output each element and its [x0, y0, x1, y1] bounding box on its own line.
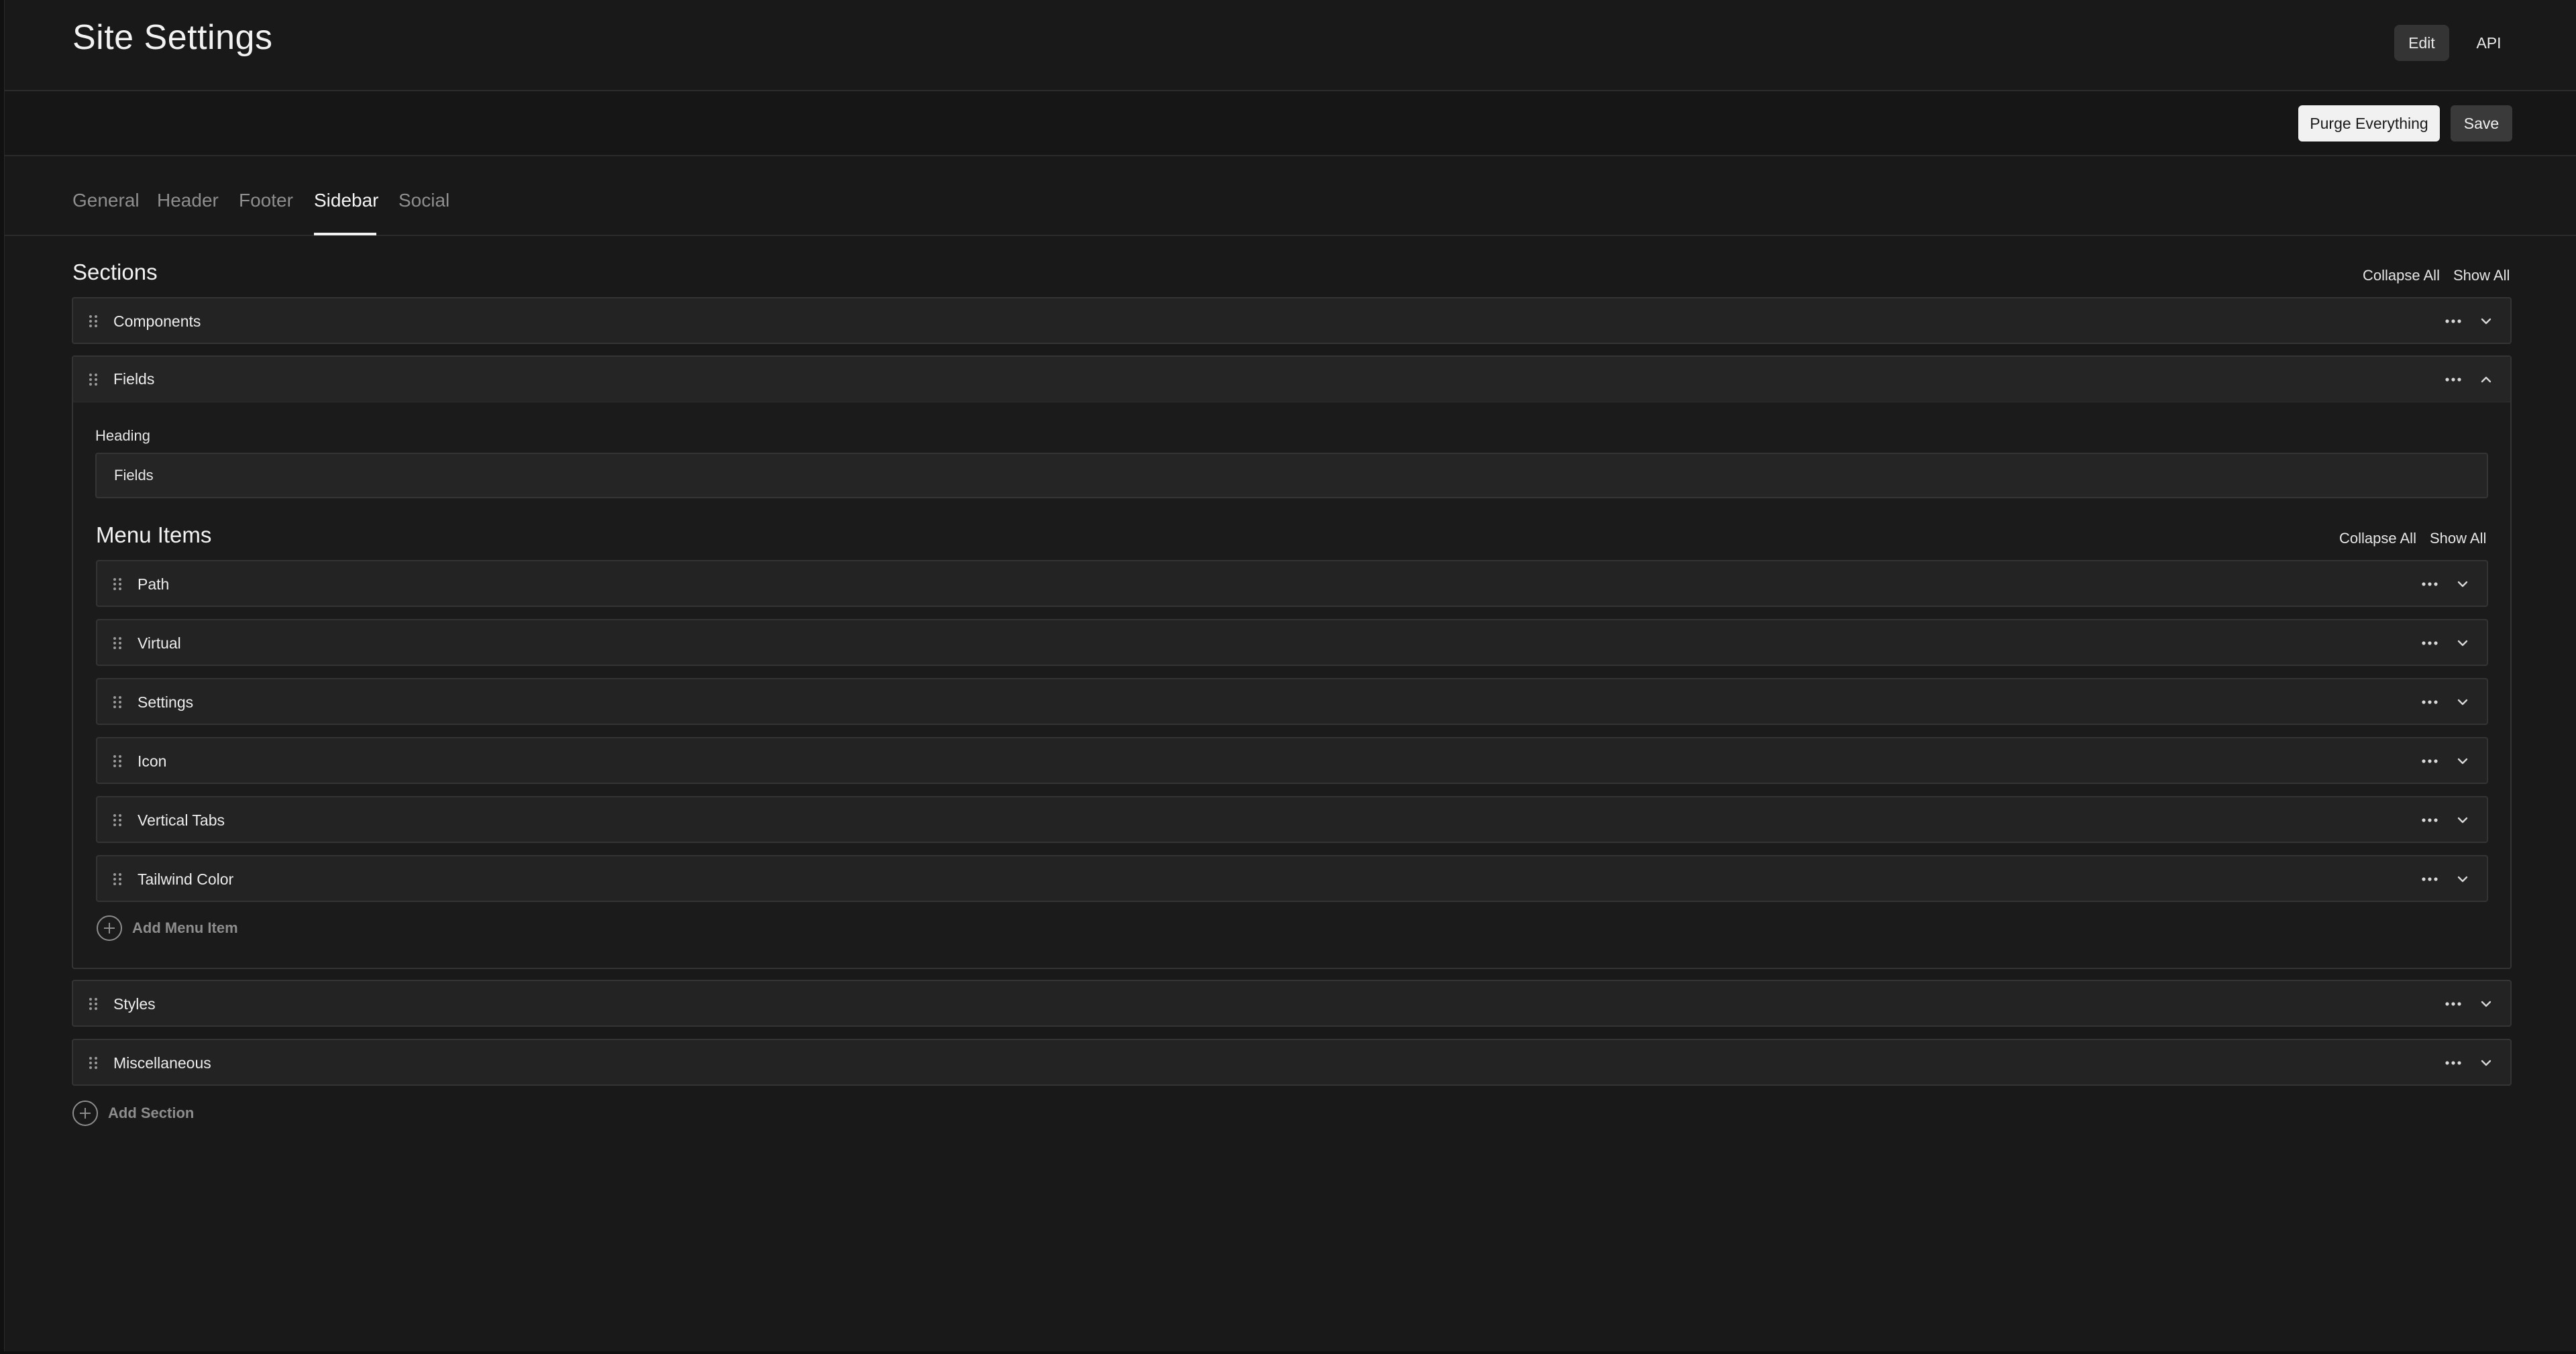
- sections-collapse-all[interactable]: Collapse All: [2363, 267, 2440, 284]
- chevron-down-icon[interactable]: [2455, 694, 2471, 710]
- grip-vertical-icon[interactable]: [89, 1056, 98, 1070]
- grip-vertical-icon[interactable]: [113, 636, 122, 650]
- menu-items-title: Menu Items: [96, 522, 212, 547]
- chevron-down-icon[interactable]: [2455, 753, 2471, 769]
- add-section-label: Add Section: [108, 1105, 195, 1121]
- menu-item-label: Virtual: [138, 634, 181, 652]
- plus-circle-icon: [72, 1101, 98, 1126]
- menu-item-settings[interactable]: Settings: [96, 678, 2488, 725]
- purge-everything-button[interactable]: Purge Everything: [2298, 105, 2440, 142]
- more-horizontal-icon[interactable]: [2420, 635, 2439, 651]
- chevron-down-icon[interactable]: [2478, 313, 2494, 329]
- top-header: Site Settings Edit API: [5, 0, 2576, 91]
- grip-vertical-icon[interactable]: [113, 695, 122, 709]
- site-settings-page: Site Settings Edit API Purge Everything …: [0, 0, 2576, 1354]
- menu-item-label: Vertical Tabs: [138, 811, 225, 829]
- menu-item-path[interactable]: Path: [96, 560, 2488, 607]
- more-horizontal-icon[interactable]: [2420, 576, 2439, 592]
- grip-vertical-icon[interactable]: [113, 872, 122, 886]
- section-styles[interactable]: Styles: [72, 980, 2512, 1027]
- toolbar: Purge Everything Save: [5, 92, 2576, 156]
- chevron-down-icon[interactable]: [2455, 576, 2471, 592]
- heading-input[interactable]: Fields: [95, 453, 2488, 498]
- menu-item-icon[interactable]: Icon: [96, 737, 2488, 784]
- chevron-down-icon[interactable]: [2455, 812, 2471, 828]
- more-horizontal-icon[interactable]: [2420, 871, 2439, 887]
- chevron-down-icon[interactable]: [2455, 871, 2471, 887]
- menu-item-tailwind-color[interactable]: Tailwind Color: [96, 855, 2488, 902]
- menu-item-label: Tailwind Color: [138, 870, 234, 888]
- menu-item-label: Icon: [138, 752, 167, 770]
- section-label: Styles: [113, 995, 156, 1013]
- section-label: Miscellaneous: [113, 1054, 211, 1072]
- edit-button[interactable]: Edit: [2394, 25, 2449, 61]
- add-section-button[interactable]: Add Section: [72, 1100, 194, 1127]
- grip-vertical-icon[interactable]: [89, 373, 98, 386]
- api-button[interactable]: API: [2464, 25, 2514, 61]
- sections-show-all[interactable]: Show All: [2453, 267, 2510, 284]
- section-label: Fields: [113, 370, 155, 388]
- more-horizontal-icon[interactable]: [2444, 372, 2463, 388]
- section-label: Components: [113, 313, 201, 330]
- more-horizontal-icon[interactable]: [2444, 313, 2463, 329]
- menu-item-label: Path: [138, 575, 170, 593]
- menu-items-show-all[interactable]: Show All: [2430, 530, 2486, 547]
- section-miscellaneous[interactable]: Miscellaneous: [72, 1039, 2512, 1086]
- more-horizontal-icon[interactable]: [2444, 1055, 2463, 1071]
- active-tab-indicator: [314, 233, 376, 235]
- grip-vertical-icon[interactable]: [113, 577, 122, 591]
- save-button[interactable]: Save: [2451, 105, 2512, 142]
- chevron-up-icon[interactable]: [2478, 372, 2494, 388]
- settings-tabs: General Header Footer Sidebar Social: [5, 158, 2576, 236]
- left-edge: [0, 0, 5, 1354]
- grip-vertical-icon[interactable]: [113, 813, 122, 827]
- tab-sidebar[interactable]: Sidebar: [314, 190, 379, 211]
- plus-circle-icon: [97, 915, 122, 941]
- page-title: Site Settings: [72, 18, 273, 57]
- tab-general[interactable]: General: [72, 190, 140, 211]
- menu-items-collapse-all[interactable]: Collapse All: [2339, 530, 2416, 547]
- more-horizontal-icon[interactable]: [2444, 996, 2463, 1012]
- sections-title: Sections: [72, 260, 158, 284]
- add-menu-item-button[interactable]: Add Menu Item: [96, 915, 238, 942]
- tab-header[interactable]: Header: [157, 190, 219, 211]
- section-components[interactable]: Components: [72, 297, 2512, 344]
- tab-footer[interactable]: Footer: [239, 190, 293, 211]
- section-fields-header[interactable]: Fields: [73, 357, 2510, 402]
- heading-label: Heading: [95, 427, 150, 444]
- menu-item-label: Settings: [138, 693, 194, 711]
- more-horizontal-icon[interactable]: [2420, 694, 2439, 710]
- more-horizontal-icon[interactable]: [2420, 812, 2439, 828]
- more-horizontal-icon[interactable]: [2420, 753, 2439, 769]
- add-menu-item-label: Add Menu Item: [132, 919, 238, 936]
- menu-item-virtual[interactable]: Virtual: [96, 619, 2488, 666]
- menu-item-vertical-tabs[interactable]: Vertical Tabs: [96, 796, 2488, 843]
- tab-social[interactable]: Social: [398, 190, 449, 211]
- chevron-down-icon[interactable]: [2478, 996, 2494, 1012]
- grip-vertical-icon[interactable]: [89, 997, 98, 1011]
- grip-vertical-icon[interactable]: [113, 754, 122, 768]
- bottom-edge: [0, 1351, 2576, 1354]
- chevron-down-icon[interactable]: [2478, 1055, 2494, 1071]
- grip-vertical-icon[interactable]: [89, 315, 98, 328]
- chevron-down-icon[interactable]: [2455, 635, 2471, 651]
